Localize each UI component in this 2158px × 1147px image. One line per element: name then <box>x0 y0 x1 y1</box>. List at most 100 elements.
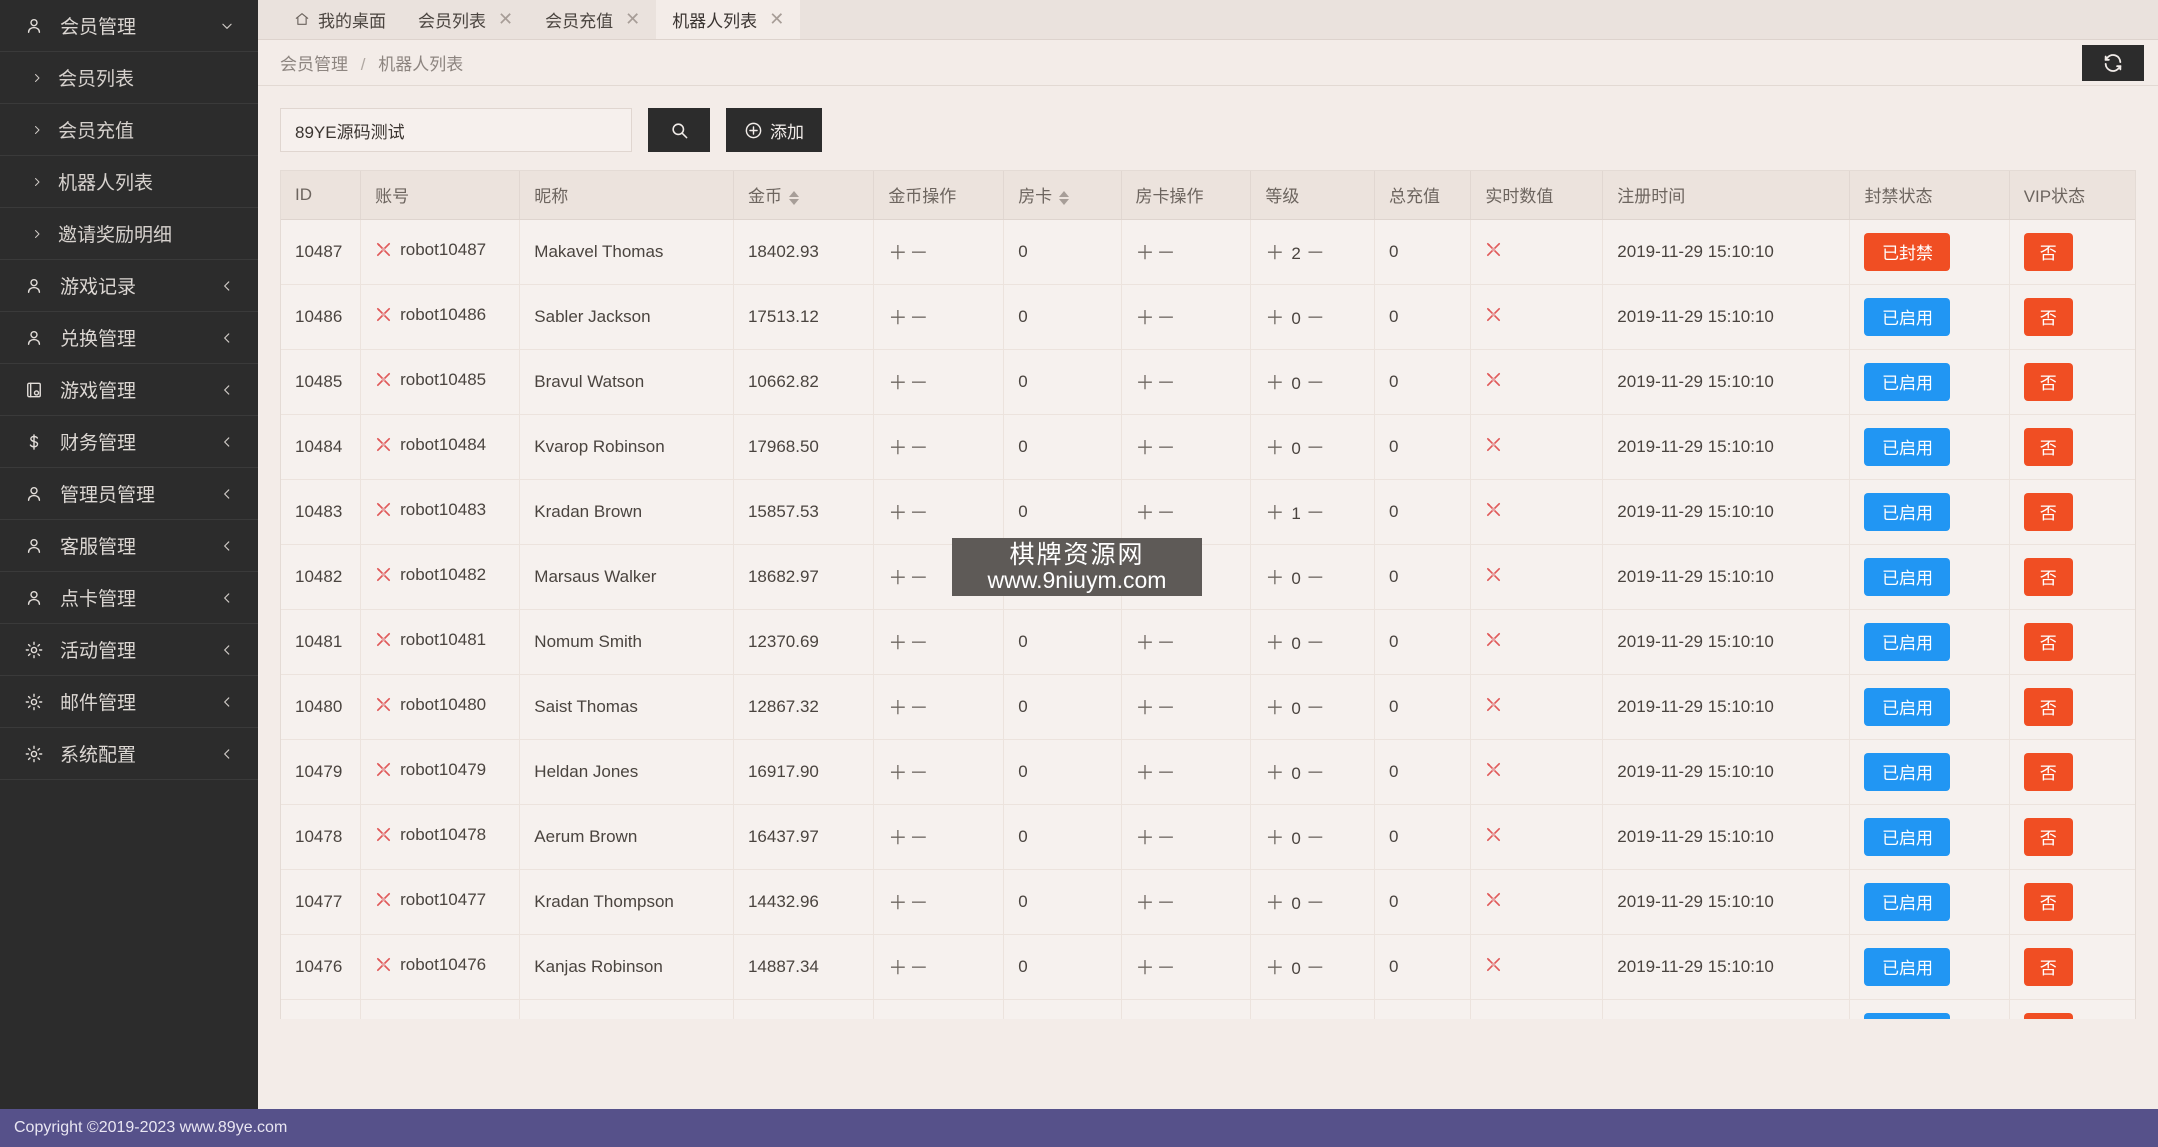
chevron-left-icon[interactable] <box>218 485 236 503</box>
ban-status-button[interactable]: 已启用 <box>1864 298 1950 336</box>
close-icon[interactable]: ✕ <box>621 10 640 28</box>
level-plus-button[interactable]: ＋ <box>1265 503 1286 524</box>
tab-0[interactable]: 我的桌面 <box>278 0 402 39</box>
vip-status-button[interactable]: 否 <box>2024 298 2073 336</box>
coin-plus-button[interactable]: ＋ <box>888 763 909 784</box>
coin-plus-button[interactable]: ＋ <box>888 308 909 329</box>
chevron-left-icon[interactable] <box>218 329 236 347</box>
roomcard-plus-button[interactable]: ＋ <box>1136 503 1157 524</box>
level-minus-button[interactable]: － <box>1306 373 1327 394</box>
level-minus-button[interactable]: － <box>1306 308 1327 329</box>
vip-status-button[interactable]: 否 <box>2024 428 2073 466</box>
level-minus-button[interactable]: － <box>1306 893 1327 914</box>
chevron-left-icon[interactable] <box>218 381 236 399</box>
roomcard-plus-button[interactable]: ＋ <box>1136 698 1157 719</box>
coin-minus-button[interactable]: － <box>909 503 930 524</box>
search-button[interactable] <box>648 108 710 152</box>
level-minus-button[interactable]: － <box>1306 503 1327 524</box>
level-plus-button[interactable]: ＋ <box>1265 243 1286 264</box>
level-minus-button[interactable]: － <box>1306 698 1327 719</box>
ban-status-button[interactable]: 已封禁 <box>1864 233 1950 271</box>
roomcard-minus-button[interactable]: － <box>1157 308 1178 329</box>
ban-status-button[interactable]: 已启用 <box>1864 363 1950 401</box>
coin-minus-button[interactable]: － <box>909 893 930 914</box>
roomcard-minus-button[interactable]: － <box>1157 763 1178 784</box>
add-button[interactable]: 添加 <box>726 108 822 152</box>
level-plus-button[interactable]: ＋ <box>1265 828 1286 849</box>
vip-status-button[interactable]: 否 <box>2024 818 2073 856</box>
level-plus-button[interactable]: ＋ <box>1265 438 1286 459</box>
coin-plus-button[interactable]: ＋ <box>888 698 909 719</box>
roomcard-minus-button[interactable]: － <box>1157 633 1178 654</box>
coin-minus-button[interactable]: － <box>909 828 930 849</box>
roomcard-minus-button[interactable]: － <box>1157 568 1178 589</box>
chevron-left-icon[interactable] <box>218 537 236 555</box>
roomcard-plus-button[interactable]: ＋ <box>1136 958 1157 979</box>
level-plus-button[interactable]: ＋ <box>1265 633 1286 654</box>
coin-plus-button[interactable]: ＋ <box>888 438 909 459</box>
roomcard-plus-button[interactable]: ＋ <box>1136 633 1157 654</box>
vip-status-button[interactable]: 否 <box>2024 233 2073 271</box>
sidebar-item-11[interactable]: 点卡管理 <box>0 572 258 624</box>
sort-toggle-icon[interactable] <box>1059 191 1069 205</box>
roomcard-plus-button[interactable]: ＋ <box>1136 763 1157 784</box>
roomcard-plus-button[interactable]: ＋ <box>1136 828 1157 849</box>
roomcard-minus-button[interactable]: － <box>1157 828 1178 849</box>
coin-minus-button[interactable]: － <box>909 568 930 589</box>
roomcard-minus-button[interactable]: － <box>1157 373 1178 394</box>
level-minus-button[interactable]: － <box>1306 633 1327 654</box>
coin-minus-button[interactable]: － <box>909 958 930 979</box>
roomcard-minus-button[interactable]: － <box>1157 893 1178 914</box>
chevron-left-icon[interactable] <box>218 693 236 711</box>
level-plus-button[interactable]: ＋ <box>1265 893 1286 914</box>
level-minus-button[interactable]: － <box>1306 243 1327 264</box>
ban-status-button[interactable]: 已启用 <box>1864 753 1950 791</box>
sidebar-item-13[interactable]: 邮件管理 <box>0 676 258 728</box>
coin-minus-button[interactable]: － <box>909 698 930 719</box>
chevron-down-icon[interactable] <box>218 17 236 35</box>
vip-status-button[interactable]: 否 <box>2024 883 2073 921</box>
chevron-left-icon[interactable] <box>218 433 236 451</box>
vip-status-button[interactable]: 否 <box>2024 753 2073 791</box>
coin-plus-button[interactable]: ＋ <box>888 243 909 264</box>
vip-status-button[interactable]: 否 <box>2024 493 2073 531</box>
sidebar-item-14[interactable]: 系统配置 <box>0 728 258 780</box>
close-icon[interactable]: ✕ <box>765 10 784 28</box>
ban-status-button[interactable]: 已启用 <box>1864 558 1950 596</box>
sidebar-item-2[interactable]: 会员充值 <box>0 104 258 156</box>
tab-3[interactable]: 机器人列表✕ <box>656 0 800 39</box>
ban-status-button[interactable]: 已启用 <box>1864 818 1950 856</box>
sidebar-item-4[interactable]: 邀请奖励明细 <box>0 208 258 260</box>
column-header-3[interactable]: 金币 <box>733 171 873 219</box>
chevron-left-icon[interactable] <box>218 745 236 763</box>
roomcard-minus-button[interactable]: － <box>1157 698 1178 719</box>
roomcard-minus-button[interactable]: － <box>1157 503 1178 524</box>
level-plus-button[interactable]: ＋ <box>1265 698 1286 719</box>
chevron-left-icon[interactable] <box>218 277 236 295</box>
sidebar-item-1[interactable]: 会员列表 <box>0 52 258 104</box>
ban-status-button[interactable]: 已启用 <box>1864 1013 1950 1020</box>
breadcrumb-parent[interactable]: 会员管理 <box>280 55 348 74</box>
coin-minus-button[interactable]: － <box>909 308 930 329</box>
vip-status-button[interactable]: 否 <box>2024 558 2073 596</box>
level-plus-button[interactable]: ＋ <box>1265 763 1286 784</box>
chevron-left-icon[interactable] <box>218 589 236 607</box>
coin-plus-button[interactable]: ＋ <box>888 373 909 394</box>
ban-status-button[interactable]: 已启用 <box>1864 623 1950 661</box>
roomcard-plus-button[interactable]: ＋ <box>1136 568 1157 589</box>
roomcard-plus-button[interactable]: ＋ <box>1136 373 1157 394</box>
ban-status-button[interactable]: 已启用 <box>1864 428 1950 466</box>
level-plus-button[interactable]: ＋ <box>1265 373 1286 394</box>
close-icon[interactable]: ✕ <box>494 10 513 28</box>
chevron-left-icon[interactable] <box>218 641 236 659</box>
search-input[interactable] <box>280 108 632 152</box>
sidebar-item-10[interactable]: 客服管理 <box>0 520 258 572</box>
level-plus-button[interactable]: ＋ <box>1265 308 1286 329</box>
column-header-5[interactable]: 房卡 <box>1004 171 1121 219</box>
sidebar-item-7[interactable]: 游戏管理 <box>0 364 258 416</box>
vip-status-button[interactable]: 否 <box>2024 1013 2073 1020</box>
roomcard-plus-button[interactable]: ＋ <box>1136 243 1157 264</box>
ban-status-button[interactable]: 已启用 <box>1864 883 1950 921</box>
sidebar-item-9[interactable]: 管理员管理 <box>0 468 258 520</box>
coin-plus-button[interactable]: ＋ <box>888 568 909 589</box>
